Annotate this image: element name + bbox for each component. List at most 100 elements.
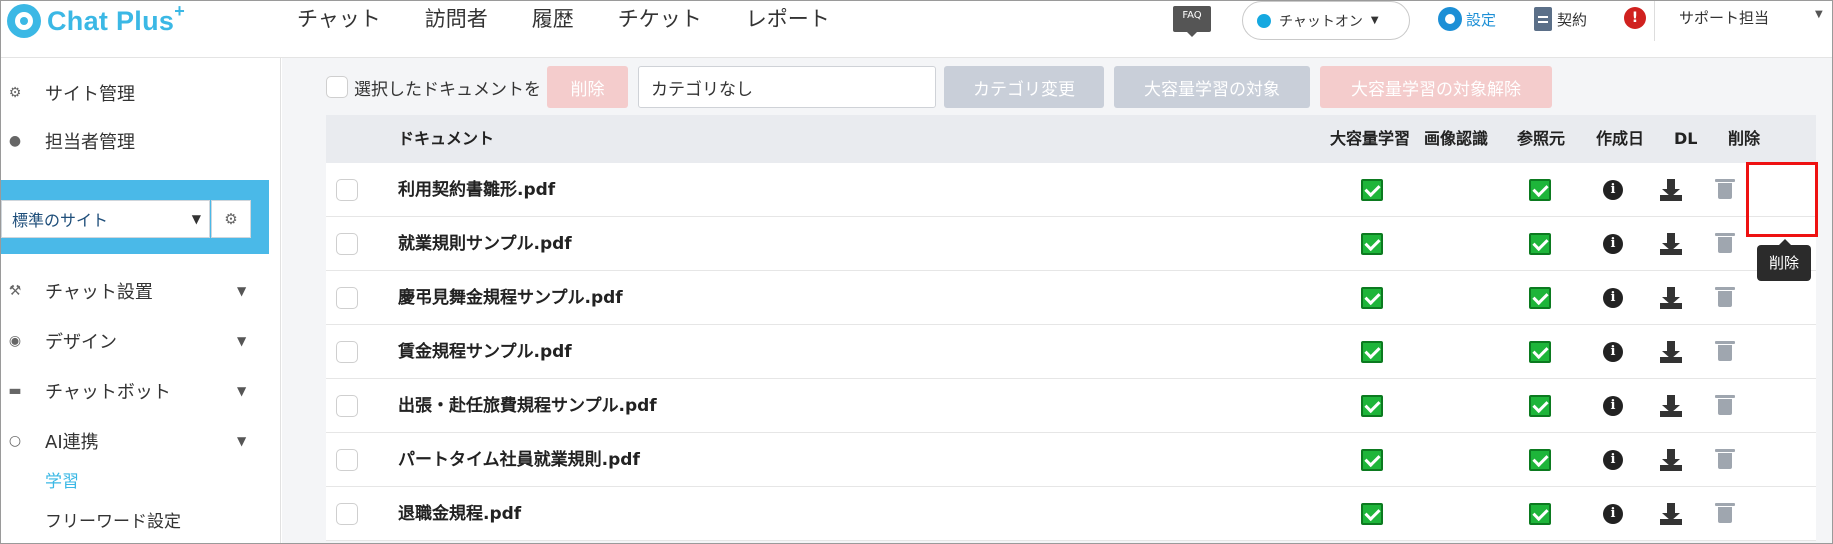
chat-status-label: チャットオン [1279,13,1363,30]
info-icon[interactable]: i [1603,234,1623,254]
trash-icon[interactable] [1715,395,1735,415]
table-row: 賃金規程サンプル.pdf i [326,325,1816,379]
download-icon[interactable] [1660,233,1682,255]
menu-visitors[interactable]: 訪問者 [425,3,488,35]
lightbulb-icon: ○ [8,433,22,449]
document-table: ドキュメント 大容量学習 画像認識 参照元 作成日 DL 削除 利用契約書雛形.… [326,115,1816,541]
site-select[interactable]: 標準のサイト ▼ [1,200,210,238]
trash-icon[interactable] [1715,179,1735,199]
logo[interactable]: Chat Plus + [7,1,185,38]
download-icon[interactable] [1660,287,1682,309]
select-all-checkbox[interactable] [326,76,348,98]
reference-check-icon[interactable] [1529,179,1551,201]
palette-icon: ◉ [8,333,22,349]
trash-icon[interactable] [1715,233,1735,253]
download-icon[interactable] [1660,449,1682,471]
reference-check-icon[interactable] [1529,287,1551,309]
download-icon[interactable] [1660,341,1682,363]
trash-icon[interactable] [1715,341,1735,361]
document-name[interactable]: 賃金規程サンプル.pdf [398,325,572,379]
alert-icon[interactable]: ! [1624,7,1646,29]
row-checkbox[interactable] [336,341,358,363]
sidebar-item-design[interactable]: ◉ デザイン ▼ [1,326,281,356]
sidebar-item-chatbot[interactable]: ▬ チャットボット ▼ [1,376,281,406]
bulk-delete-button[interactable]: 削除 [547,66,628,108]
table-row: 出張・赴任旅費規程サンプル.pdf i [326,379,1816,433]
reference-check-icon[interactable] [1529,395,1551,417]
sidebar-item-site-management[interactable]: ⚙ サイト管理 [1,78,281,108]
document-name[interactable]: 退職金規程.pdf [398,487,521,541]
row-checkbox[interactable] [336,449,358,471]
sidebar-item-label: サイト管理 [45,84,135,105]
row-checkbox[interactable] [336,179,358,201]
row-checkbox[interactable] [336,503,358,525]
menu-history[interactable]: 履歴 [532,3,574,35]
contract-link[interactable]: 契約 [1534,7,1587,31]
site-settings-gear-icon[interactable]: ⚙ [211,200,251,238]
info-icon[interactable]: i [1603,342,1623,362]
document-name[interactable]: 出張・赴任旅費規程サンプル.pdf [398,379,657,433]
tools-icon: ⚒ [8,283,22,299]
contract-label: 契約 [1557,10,1588,29]
reference-check-icon[interactable] [1529,449,1551,471]
change-category-button[interactable]: カテゴリ変更 [944,66,1104,108]
table-header: ドキュメント 大容量学習 画像認識 参照元 作成日 DL 削除 [326,115,1816,163]
trash-icon[interactable] [1715,503,1735,523]
document-name[interactable]: 就業規則サンプル.pdf [398,217,572,271]
reference-check-icon[interactable] [1529,233,1551,255]
bulk-learning-check-icon[interactable] [1361,503,1383,525]
download-icon[interactable] [1660,503,1682,525]
row-checkbox[interactable] [336,395,358,417]
document-name[interactable]: 慶弔見舞金規程サンプル.pdf [398,271,623,325]
chat-status-dropdown[interactable]: チャットオン ▼ [1242,1,1410,40]
table-row: パートタイム社員就業規則.pdf i [326,433,1816,487]
sidebar-item-ai[interactable]: ○ AI連携 ▼ [1,426,281,456]
chevron-down-icon: ▼ [237,384,247,398]
row-checkbox[interactable] [336,287,358,309]
users-icon: ● [8,133,22,149]
menu-tickets[interactable]: チケット [618,3,702,35]
menu-reports[interactable]: レポート [746,3,830,35]
document-name[interactable]: 利用契約書雛形.pdf [398,163,555,217]
unset-bulk-learning-button[interactable]: 大容量学習の対象解除 [1320,66,1552,108]
info-icon[interactable]: i [1603,504,1623,524]
category-select[interactable]: カテゴリなし [638,66,936,108]
sidebar-item-label: デザイン [45,332,117,353]
info-icon[interactable]: i [1603,288,1623,308]
bulk-learning-check-icon[interactable] [1361,179,1383,201]
download-icon[interactable] [1660,179,1682,201]
document-name[interactable]: パートタイム社員就業規則.pdf [398,433,640,487]
bulk-learning-check-icon[interactable] [1361,341,1383,363]
header-image-recognition: 画像認識 [1424,129,1489,148]
info-icon[interactable]: i [1603,450,1623,470]
bulk-learning-check-icon[interactable] [1361,395,1383,417]
brand-name: Chat Plus [47,5,175,36]
sidebar-item-chat-setup[interactable]: ⚒ チャット設置 ▼ [1,276,281,306]
download-icon[interactable] [1660,395,1682,417]
info-icon[interactable]: i [1603,396,1623,416]
sidebar-subitem-freeword[interactable]: フリーワード設定 [45,507,181,532]
comments-icon: ▬ [8,383,22,399]
bulk-action-toolbar: 選択したドキュメントを 削除 カテゴリなし カテゴリ変更 大容量学習の対象 大容… [326,66,1562,108]
row-checkbox[interactable] [336,233,358,255]
sidebar-item-staff-management[interactable]: ● 担当者管理 [1,126,281,156]
top-navigation: Chat Plus + チャット 訪問者 履歴 チケット レポート FAQ チャ… [1,1,1832,58]
reference-check-icon[interactable] [1529,503,1551,525]
header-created-date: 作成日 [1596,129,1645,148]
trash-icon[interactable] [1715,449,1735,469]
set-bulk-learning-button[interactable]: 大容量学習の対象 [1114,66,1310,108]
faq-button[interactable]: FAQ [1173,6,1211,37]
user-menu[interactable]: サポート担当 [1679,7,1769,28]
trash-icon[interactable] [1715,287,1735,307]
menu-chat[interactable]: チャット [297,3,381,35]
settings-link[interactable]: 設定 [1438,7,1496,31]
selected-docs-label: 選択したドキュメントを [354,79,541,100]
bulk-learning-check-icon[interactable] [1361,233,1383,255]
info-icon[interactable]: i [1603,180,1623,200]
bulk-learning-check-icon[interactable] [1361,449,1383,471]
site-select-value: 標準のサイト [12,211,109,230]
reference-check-icon[interactable] [1529,341,1551,363]
user-chevron-down-icon[interactable]: ▼ [1815,9,1823,20]
bulk-learning-check-icon[interactable] [1361,287,1383,309]
sidebar-subitem-learning[interactable]: 学習 [45,467,79,492]
